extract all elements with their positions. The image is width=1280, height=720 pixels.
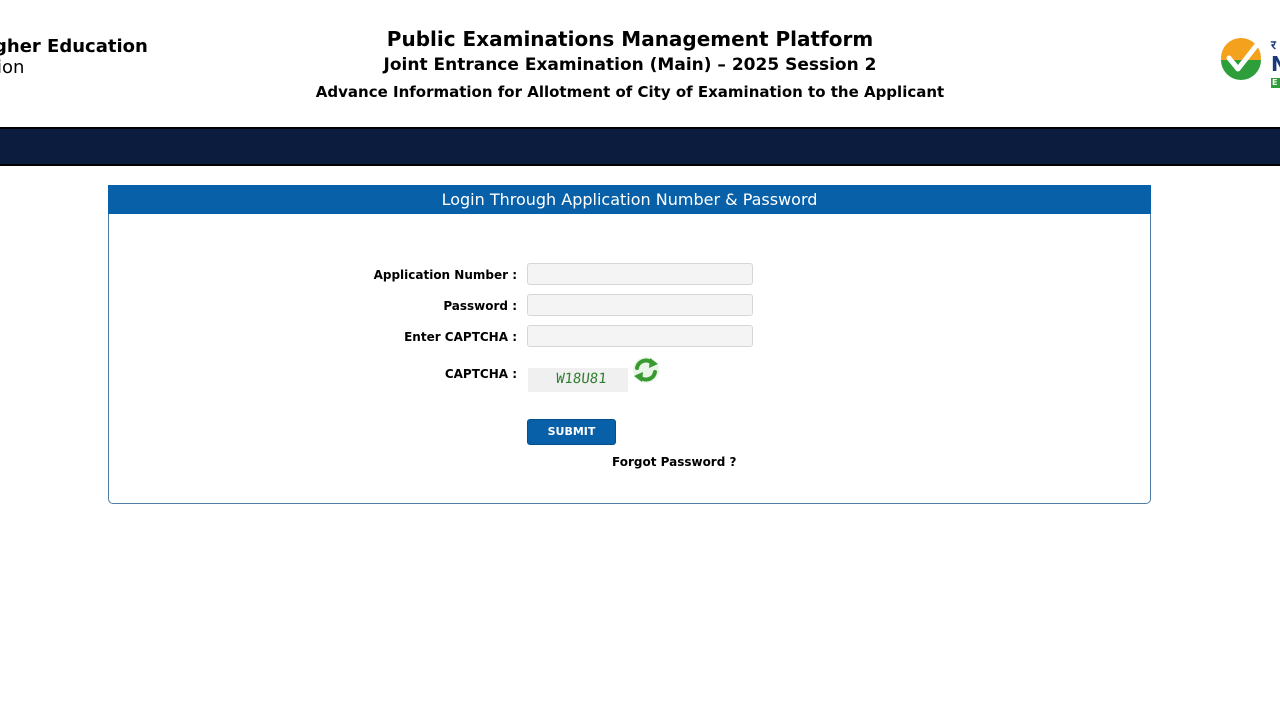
info-title: Advance Information for Allotment of Cit… (315, 83, 945, 101)
ministry-name-line2: ion (0, 57, 25, 78)
captcha-text: W18U81 (555, 371, 608, 387)
captcha-input-label: Enter CAPTCHA : (404, 330, 517, 344)
password-input[interactable] (527, 294, 753, 316)
exam-subtitle: Joint Entrance Examination (Main) – 2025… (383, 55, 877, 75)
header-titles: Public Examinations Management Platform … (250, 26, 1010, 106)
application-number-label: Application Number : (373, 268, 517, 282)
login-panel: Login Through Application Number & Passw… (108, 185, 1151, 504)
captcha-label: CAPTCHA : (444, 367, 517, 381)
page: gher Education ion Public Examinations M… (0, 0, 1280, 720)
password-label: Password : (443, 299, 517, 313)
nta-hindi-text: र (1271, 38, 1276, 52)
captcha-input[interactable] (527, 325, 753, 347)
nav-bar (0, 127, 1280, 166)
page-title: Public Examinations Management Platform (386, 27, 874, 51)
login-panel-heading: Login Through Application Number & Passw… (108, 185, 1151, 214)
forgot-password-link[interactable]: Forgot Password ? (612, 455, 736, 469)
site-header: gher Education ion Public Examinations M… (0, 0, 1280, 127)
nta-logo-strip: E (1271, 78, 1280, 88)
refresh-icon[interactable] (631, 355, 661, 385)
nta-logo-letter: N (1271, 52, 1280, 76)
captcha-image: W18U81 (528, 368, 628, 392)
submit-button[interactable]: SUBMIT (527, 419, 616, 445)
application-number-input[interactable] (527, 263, 753, 285)
ministry-name-line1: gher Education (0, 36, 148, 57)
